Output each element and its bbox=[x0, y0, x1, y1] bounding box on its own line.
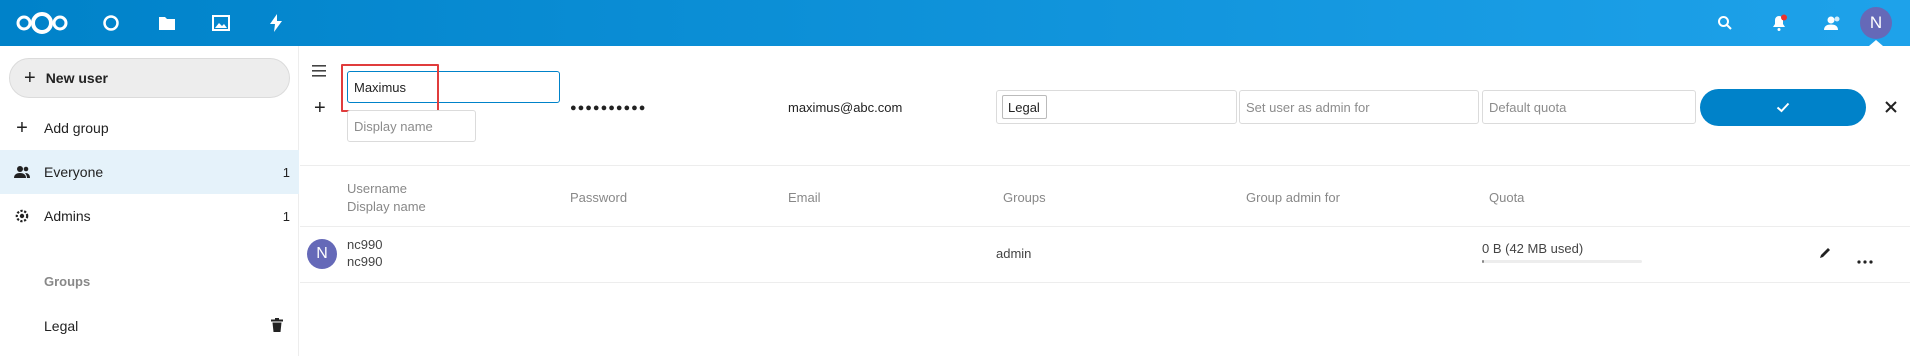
confirm-new-user-button[interactable] bbox=[1700, 89, 1866, 126]
sidebar-item-admins[interactable]: Admins 1 bbox=[0, 194, 299, 238]
username-cell: nc990 bbox=[347, 237, 383, 252]
count-badge: 1 bbox=[282, 164, 290, 180]
email-field[interactable]: maximus@abc.com bbox=[788, 100, 902, 115]
sidebar-item-label: Legal bbox=[44, 318, 79, 334]
plus-icon: + bbox=[314, 97, 326, 119]
groups-select[interactable]: Legal bbox=[996, 90, 1237, 124]
quota-cell: 0 B (42 MB used) bbox=[1482, 241, 1584, 256]
sidebar: + New user + Add group Everyone 1 Admins… bbox=[0, 46, 299, 356]
group-admin-select[interactable] bbox=[1239, 90, 1479, 124]
display-name-cell: nc990 bbox=[347, 254, 383, 269]
header-groups: Groups bbox=[1003, 190, 1046, 205]
header-email: Email bbox=[788, 190, 821, 205]
top-bar: N bbox=[0, 0, 1910, 46]
sidebar-item-everyone[interactable]: Everyone 1 bbox=[0, 150, 299, 194]
more-options-icon[interactable] bbox=[1857, 251, 1873, 269]
checkmark-icon bbox=[1776, 102, 1790, 113]
new-user-button[interactable]: + New user bbox=[9, 58, 290, 98]
password-field[interactable]: ●●●●●●●●●● bbox=[570, 102, 646, 114]
table-row[interactable]: N nc990 nc990 admin 0 B (42 MB used) bbox=[300, 227, 1910, 281]
divider bbox=[300, 165, 1910, 166]
dashboard-icon[interactable] bbox=[96, 0, 126, 46]
new-user-label: New user bbox=[45, 70, 108, 86]
notifications-icon[interactable] bbox=[1764, 0, 1794, 46]
activity-icon[interactable] bbox=[261, 0, 291, 46]
sidebar-item-label: Everyone bbox=[44, 164, 104, 180]
admin-gear-icon bbox=[0, 208, 44, 224]
user-list-area: + ●●●●●●●●●● maximus@abc.com Legal Usern… bbox=[300, 46, 1910, 356]
photos-icon[interactable] bbox=[206, 0, 236, 46]
sidebar-item-legal[interactable]: Legal bbox=[0, 304, 299, 348]
menu-toggle-icon[interactable] bbox=[312, 64, 326, 82]
user-group-icon bbox=[0, 165, 44, 179]
quota-select[interactable] bbox=[1482, 90, 1696, 124]
display-name-input[interactable] bbox=[347, 110, 476, 142]
files-icon[interactable] bbox=[152, 0, 182, 46]
add-group-label: Add group bbox=[44, 120, 109, 136]
quota-progress-bar bbox=[1482, 260, 1642, 263]
group-tag[interactable]: Legal bbox=[1002, 95, 1047, 119]
groups-cell: admin bbox=[996, 246, 1032, 261]
quota-progress-fill bbox=[1482, 260, 1484, 263]
search-icon[interactable] bbox=[1710, 0, 1740, 46]
close-icon[interactable] bbox=[1885, 100, 1897, 118]
count-badge: 1 bbox=[282, 208, 290, 224]
divider bbox=[300, 282, 1910, 283]
plus-icon: + bbox=[16, 116, 28, 139]
username-input[interactable] bbox=[347, 71, 560, 103]
header-password: Password bbox=[570, 190, 628, 205]
plus-icon: + bbox=[24, 67, 36, 89]
header-group-admin: Group admin for bbox=[1246, 190, 1340, 205]
edit-pencil-icon[interactable] bbox=[1818, 246, 1832, 265]
avatar: N bbox=[307, 239, 337, 269]
nextcloud-logo[interactable] bbox=[10, 0, 74, 46]
contacts-icon[interactable] bbox=[1818, 0, 1848, 46]
sidebar-item-label: Admins bbox=[44, 208, 91, 224]
header-quota: Quota bbox=[1489, 190, 1525, 205]
header-display-name: Display name bbox=[347, 199, 426, 214]
avatar: N bbox=[1860, 7, 1892, 39]
header-username: Username bbox=[347, 181, 407, 196]
add-group-button[interactable]: + Add group bbox=[0, 106, 299, 150]
trash-icon[interactable] bbox=[271, 317, 283, 335]
groups-caption: Groups bbox=[44, 274, 91, 289]
